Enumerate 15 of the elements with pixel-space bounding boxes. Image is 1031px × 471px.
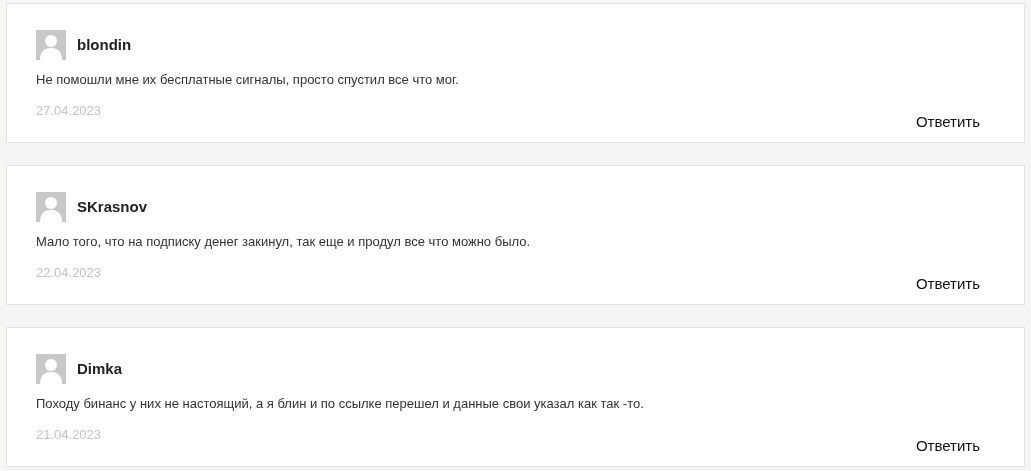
reply-link[interactable]: Ответить bbox=[915, 273, 980, 296]
comment-date: 27.04.2023 bbox=[36, 102, 102, 120]
comment-text: Мало того, что на подписку денег закинул, так еще и продул все что можно было. bbox=[36, 233, 532, 251]
author-name: blondin bbox=[77, 34, 132, 55]
author-name: SKrasnov bbox=[77, 196, 148, 217]
comment-date: 21.04.2023 bbox=[36, 426, 102, 444]
reply-link[interactable]: Ответить bbox=[915, 435, 980, 458]
author-name: Dimka bbox=[77, 358, 123, 379]
comment-date: 22.04.2023 bbox=[36, 264, 102, 282]
reply-link[interactable]: Ответить bbox=[915, 111, 980, 134]
comment-text: Не помошли мне их бесплатные сигналы, просто спустил все что мог. bbox=[36, 71, 460, 89]
avatar-icon bbox=[36, 354, 66, 384]
avatar-icon bbox=[36, 192, 66, 222]
avatar-icon bbox=[36, 30, 66, 60]
comment-text: Походу бинанс у них не настоящий, а я блин и по ссылке перешел и данные свои указал как так -то. bbox=[36, 395, 645, 413]
